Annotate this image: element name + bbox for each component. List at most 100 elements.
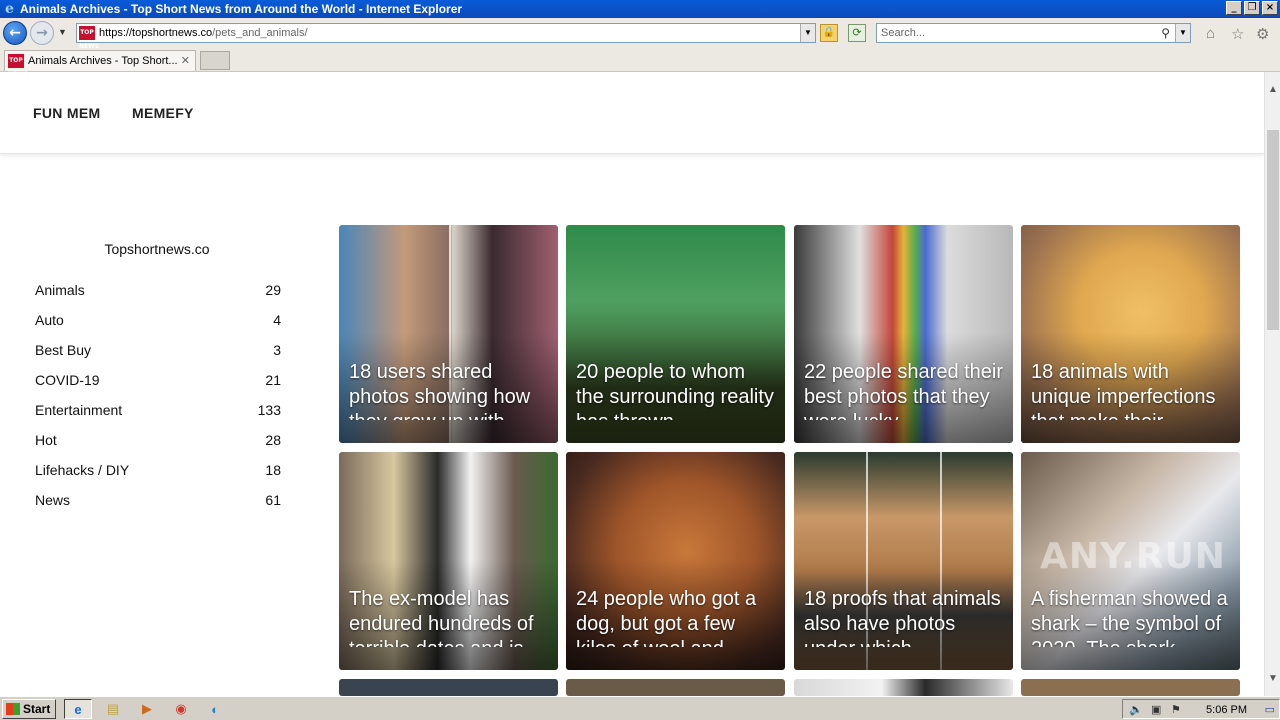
home-icon[interactable]: ⌂ (1206, 25, 1215, 42)
category-count: 28 (265, 432, 281, 448)
show-desktop-icon[interactable]: ▭ (1265, 703, 1275, 716)
search-input[interactable]: Search... ⚲ ▼ (876, 23, 1191, 43)
category-count: 21 (265, 372, 281, 388)
article-card[interactable]: The ex-model has endured hundreds of ter… (339, 452, 558, 670)
category-name[interactable]: Hot (35, 432, 57, 452)
search-icon[interactable]: ⚲ (1161, 24, 1170, 42)
category-best-buy[interactable]: Best Buy 3 (35, 342, 281, 362)
vertical-scrollbar[interactable]: ▲ ▼ (1264, 72, 1280, 696)
category-count: 3 (273, 342, 281, 358)
start-button[interactable]: Start (2, 699, 56, 719)
tab-animals-archives[interactable]: TOP NEWS Animals Archives - Top Short...… (4, 50, 196, 78)
sidebar-title: Topshortnews.co (104, 241, 210, 257)
refresh-icon[interactable]: ⟳ (848, 24, 866, 42)
article-card[interactable]: 22 people shared their best photos that … (794, 225, 1013, 443)
lock-icon[interactable]: 🔒 (820, 24, 838, 42)
article-card[interactable]: 24 people who got a dog, but got a few k… (566, 452, 785, 670)
history-dropdown-icon[interactable]: ▼ (58, 27, 67, 37)
article-card[interactable] (566, 679, 785, 696)
article-card[interactable]: 18 proofs that animals also have photos … (794, 452, 1013, 670)
article-title[interactable]: 24 people who got a dog, but got a few k… (576, 587, 776, 647)
minimize-button[interactable]: _ (1226, 1, 1242, 15)
url-host: https://topshortnews.co (99, 27, 213, 39)
article-title[interactable]: 18 animals with unique imperfections tha… (1031, 360, 1231, 420)
close-button[interactable]: × (1262, 1, 1278, 15)
tab-favicon-icon: TOP NEWS (8, 54, 28, 78)
category-name[interactable]: Best Buy (35, 342, 91, 362)
taskbar: Start e ▤ ▶ ◉ ◐ 🔈 ▣ ⚑ 5:06 PM ▭ (0, 696, 1280, 720)
favorites-star-icon[interactable]: ☆ (1231, 25, 1244, 43)
category-covid-19[interactable]: COVID-19 21 (35, 372, 281, 392)
gear-icon[interactable]: ⚙ (1256, 25, 1269, 43)
address-bar[interactable]: TOP NEWS https://topshortnews.co/pets_an… (76, 23, 816, 50)
ie-logo-icon: e (5, 0, 14, 17)
taskbar-media-player-icon[interactable]: ▶ (133, 699, 161, 719)
article-card[interactable]: 18 animals with unique imperfections tha… (1021, 225, 1240, 443)
article-title[interactable]: 20 people to whom the surrounding realit… (576, 360, 776, 420)
windows-logo-icon (6, 703, 20, 715)
category-name[interactable]: News (35, 492, 70, 512)
category-name[interactable]: Auto (35, 312, 64, 332)
category-name[interactable]: Lifehacks / DIY (35, 462, 129, 482)
category-count: 133 (257, 402, 281, 418)
page-viewport: FUN MEM MEMEFY Topshortnews.co Animals 29… (0, 72, 1264, 696)
menu-item-memefy[interactable]: MEMEFY (132, 105, 194, 121)
article-thumbnail[interactable] (566, 679, 785, 696)
article-title[interactable]: 18 proofs that animals also have photos … (804, 587, 1004, 647)
category-entertainment[interactable]: Entertainment 133 (35, 402, 281, 422)
article-card[interactable] (339, 679, 558, 696)
category-count: 4 (273, 312, 281, 328)
category-hot[interactable]: Hot 28 (35, 432, 281, 452)
article-title[interactable]: 22 people shared their best photos that … (804, 360, 1004, 420)
taskbar-chrome-icon[interactable]: ◉ (167, 699, 195, 719)
anyrun-watermark: ANY.RUN (1040, 536, 1226, 577)
category-name[interactable]: Entertainment (35, 402, 122, 422)
scroll-thumb[interactable] (1267, 130, 1279, 330)
article-title[interactable]: A fisherman showed a shark – the symbol … (1031, 587, 1231, 647)
search-placeholder: Search... (881, 27, 926, 39)
category-auto[interactable]: Auto 4 (35, 312, 281, 332)
clock: 5:06 PM (1206, 704, 1247, 716)
article-title[interactable]: 18 users shared photos showing how they … (349, 360, 549, 420)
tab-title: Animals Archives - Top Short... (28, 55, 178, 67)
category-count: 18 (265, 462, 281, 478)
window-controls: _ ❐ × (1226, 1, 1278, 15)
network-icon[interactable]: ▣ (1151, 703, 1161, 716)
article-card[interactable]: 18 users shared photos showing how they … (339, 225, 558, 443)
restore-button[interactable]: ❐ (1244, 1, 1260, 15)
start-label: Start (23, 702, 51, 716)
article-card[interactable]: 20 people to whom the surrounding realit… (566, 225, 785, 443)
site-header: FUN MEM MEMEFY (0, 72, 1264, 154)
article-card[interactable] (794, 679, 1013, 696)
category-lifehacks-diy[interactable]: Lifehacks / DIY 18 (35, 462, 281, 482)
menu-item-fun-mem[interactable]: FUN MEM (33, 105, 100, 121)
category-name[interactable]: COVID-19 (35, 372, 100, 392)
article-title[interactable]: The ex-model has endured hundreds of ter… (349, 587, 549, 647)
taskbar-edge-icon[interactable]: ◐ (201, 699, 229, 719)
article-thumbnail[interactable] (1021, 679, 1240, 696)
site-favicon-icon: TOP NEWS (79, 26, 99, 50)
taskbar-ie-icon[interactable]: e (64, 699, 92, 719)
forward-button[interactable]: → (30, 21, 54, 45)
category-news[interactable]: News 61 (35, 492, 281, 512)
navigation-bar: ← → ▼ TOP NEWS https://topshortnews.co/p… (0, 18, 1280, 50)
scroll-up-icon[interactable]: ▲ (1268, 84, 1278, 95)
article-thumbnail[interactable] (339, 679, 558, 696)
back-button[interactable]: ← (3, 21, 27, 45)
search-dropdown-icon[interactable]: ▼ (1175, 24, 1190, 42)
address-dropdown-icon[interactable]: ▼ (800, 24, 815, 42)
system-tray: 🔈 ▣ ⚑ 5:06 PM ▭ (1122, 699, 1280, 719)
volume-icon[interactable]: 🔈 (1129, 703, 1143, 716)
category-count: 61 (265, 492, 281, 508)
action-center-flag-icon[interactable]: ⚑ (1171, 703, 1181, 716)
new-tab-button[interactable] (200, 51, 230, 70)
article-card[interactable] (1021, 679, 1240, 696)
tab-close-icon[interactable]: ✕ (181, 54, 190, 67)
url-path: /pets_and_animals/ (212, 27, 308, 39)
scroll-down-icon[interactable]: ▼ (1268, 673, 1278, 684)
taskbar-explorer-icon[interactable]: ▤ (99, 699, 127, 719)
category-animals[interactable]: Animals 29 (35, 282, 281, 302)
category-name[interactable]: Animals (35, 282, 85, 302)
category-count: 29 (265, 282, 281, 298)
article-thumbnail[interactable] (794, 679, 1013, 696)
